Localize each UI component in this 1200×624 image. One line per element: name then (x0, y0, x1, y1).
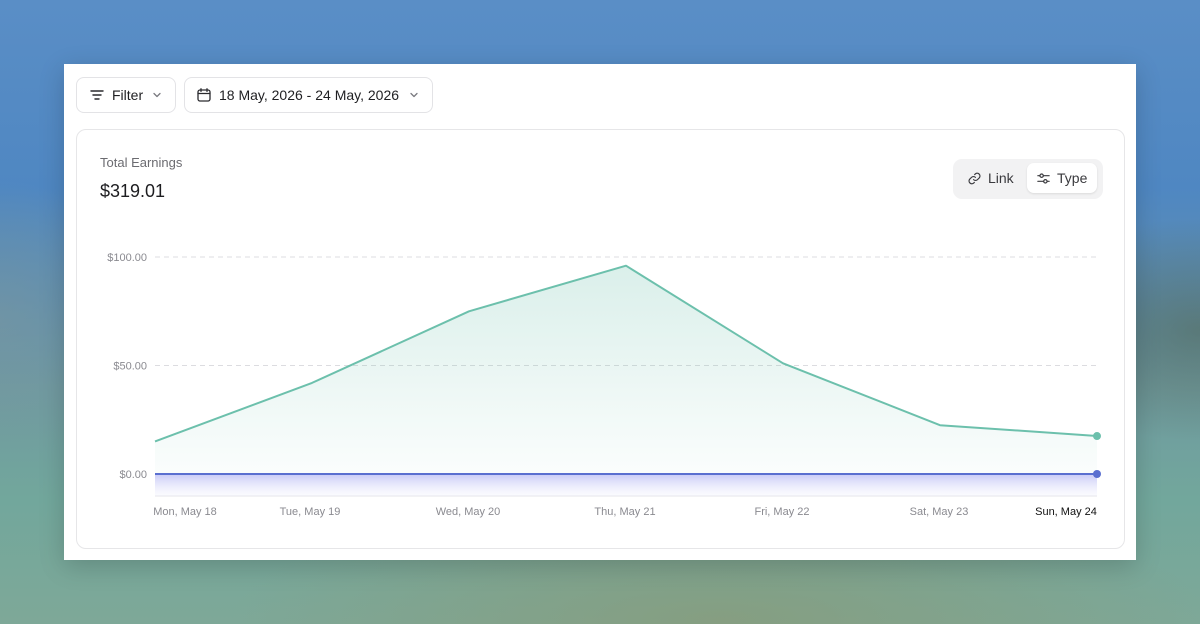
date-range-label: 18 May, 2026 - 24 May, 2026 (219, 87, 400, 103)
earnings-area (155, 265, 1097, 474)
x-tick-label: Mon, May 18 (153, 506, 217, 518)
zero-series-fill (155, 474, 1097, 496)
calendar-icon (196, 87, 212, 103)
date-range-picker[interactable]: 18 May, 2026 - 24 May, 2026 (184, 77, 433, 113)
y-tick-label: $0.00 (119, 469, 147, 481)
x-tick-label: Wed, May 20 (436, 506, 501, 518)
x-tick-label: Thu, May 21 (594, 506, 655, 518)
chevron-down-icon (408, 89, 420, 101)
filter-icon (89, 87, 105, 103)
y-tick-label: $100.00 (107, 252, 147, 264)
earnings-chart: $0.00 $50.00 $100.00 Mon, May 18 Tue, May 19… (107, 252, 1101, 518)
app-window: Filter 18 May, 2026 - 24 May, 2026 Total… (64, 64, 1136, 560)
earnings-card: Total Earnings $319.01 Link Type $0.00 $… (76, 129, 1125, 549)
x-tick-label: Sun, May 24 (1035, 506, 1097, 518)
filter-label: Filter (112, 87, 144, 103)
filter-button[interactable]: Filter (76, 77, 176, 113)
y-tick-label: $50.00 (113, 361, 147, 373)
chevron-down-icon (151, 89, 163, 101)
x-tick-label: Sat, May 23 (910, 506, 969, 518)
x-tick-label: Tue, May 19 (280, 506, 341, 518)
x-tick-label: Fri, May 22 (754, 506, 809, 518)
earnings-end-point (1093, 432, 1101, 441)
zero-series-end-point (1093, 470, 1101, 478)
